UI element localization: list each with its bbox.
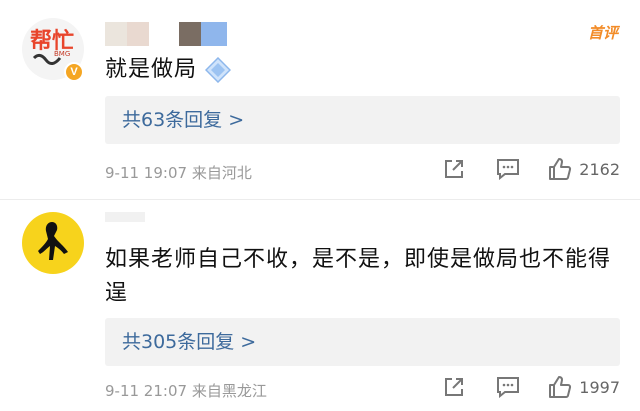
- comment-actions: 2162: [441, 156, 620, 182]
- comment-icon[interactable]: [495, 156, 521, 182]
- username-blurred[interactable]: [105, 212, 145, 236]
- comment-item: 如果老师自己不收，是不是，即使是做局也不能得逞 共305条回复 > 9-11 2…: [0, 200, 640, 411]
- share-icon[interactable]: [441, 156, 467, 182]
- comment-location: 来自黑龙江: [191, 382, 267, 400]
- comment-text: 就是做局: [105, 53, 232, 87]
- comment-time: 9-11 21:07: [105, 382, 188, 400]
- comment-meta: 9-11 19:07 来自河北: [105, 162, 252, 183]
- comment-actions: 1997: [441, 374, 620, 400]
- verified-badge-icon: V: [64, 62, 84, 82]
- username-blurred[interactable]: [105, 22, 227, 46]
- like-icon[interactable]: [547, 374, 573, 400]
- replies-link[interactable]: 共63条回复 >: [105, 96, 620, 144]
- diamond-emoji-icon: [204, 56, 232, 84]
- avatar-sub: BMG: [54, 50, 70, 58]
- first-comment-badge: 首评: [587, 24, 618, 42]
- comment-meta: 9-11 21:07 来自黑龙江: [105, 380, 267, 401]
- comment-location: 来自河北: [191, 164, 252, 182]
- avatar[interactable]: [22, 212, 84, 274]
- share-icon[interactable]: [441, 374, 467, 400]
- comment-time: 9-11 19:07: [105, 164, 188, 182]
- like-count: 2162: [579, 159, 620, 179]
- comment-icon[interactable]: [495, 374, 521, 400]
- comment-text: 如果老师自己不收，是不是，即使是做局也不能得逞: [105, 247, 612, 306]
- comment-text-content: 就是做局: [105, 57, 198, 82]
- like-icon[interactable]: [547, 156, 573, 182]
- replies-link[interactable]: 共305条回复 >: [105, 318, 620, 366]
- comment-item: 帮忙 BMG V 首评 就是做局 共63条回复 > 9-11 19:07 来自河…: [0, 0, 640, 200]
- like-count: 1997: [579, 377, 620, 397]
